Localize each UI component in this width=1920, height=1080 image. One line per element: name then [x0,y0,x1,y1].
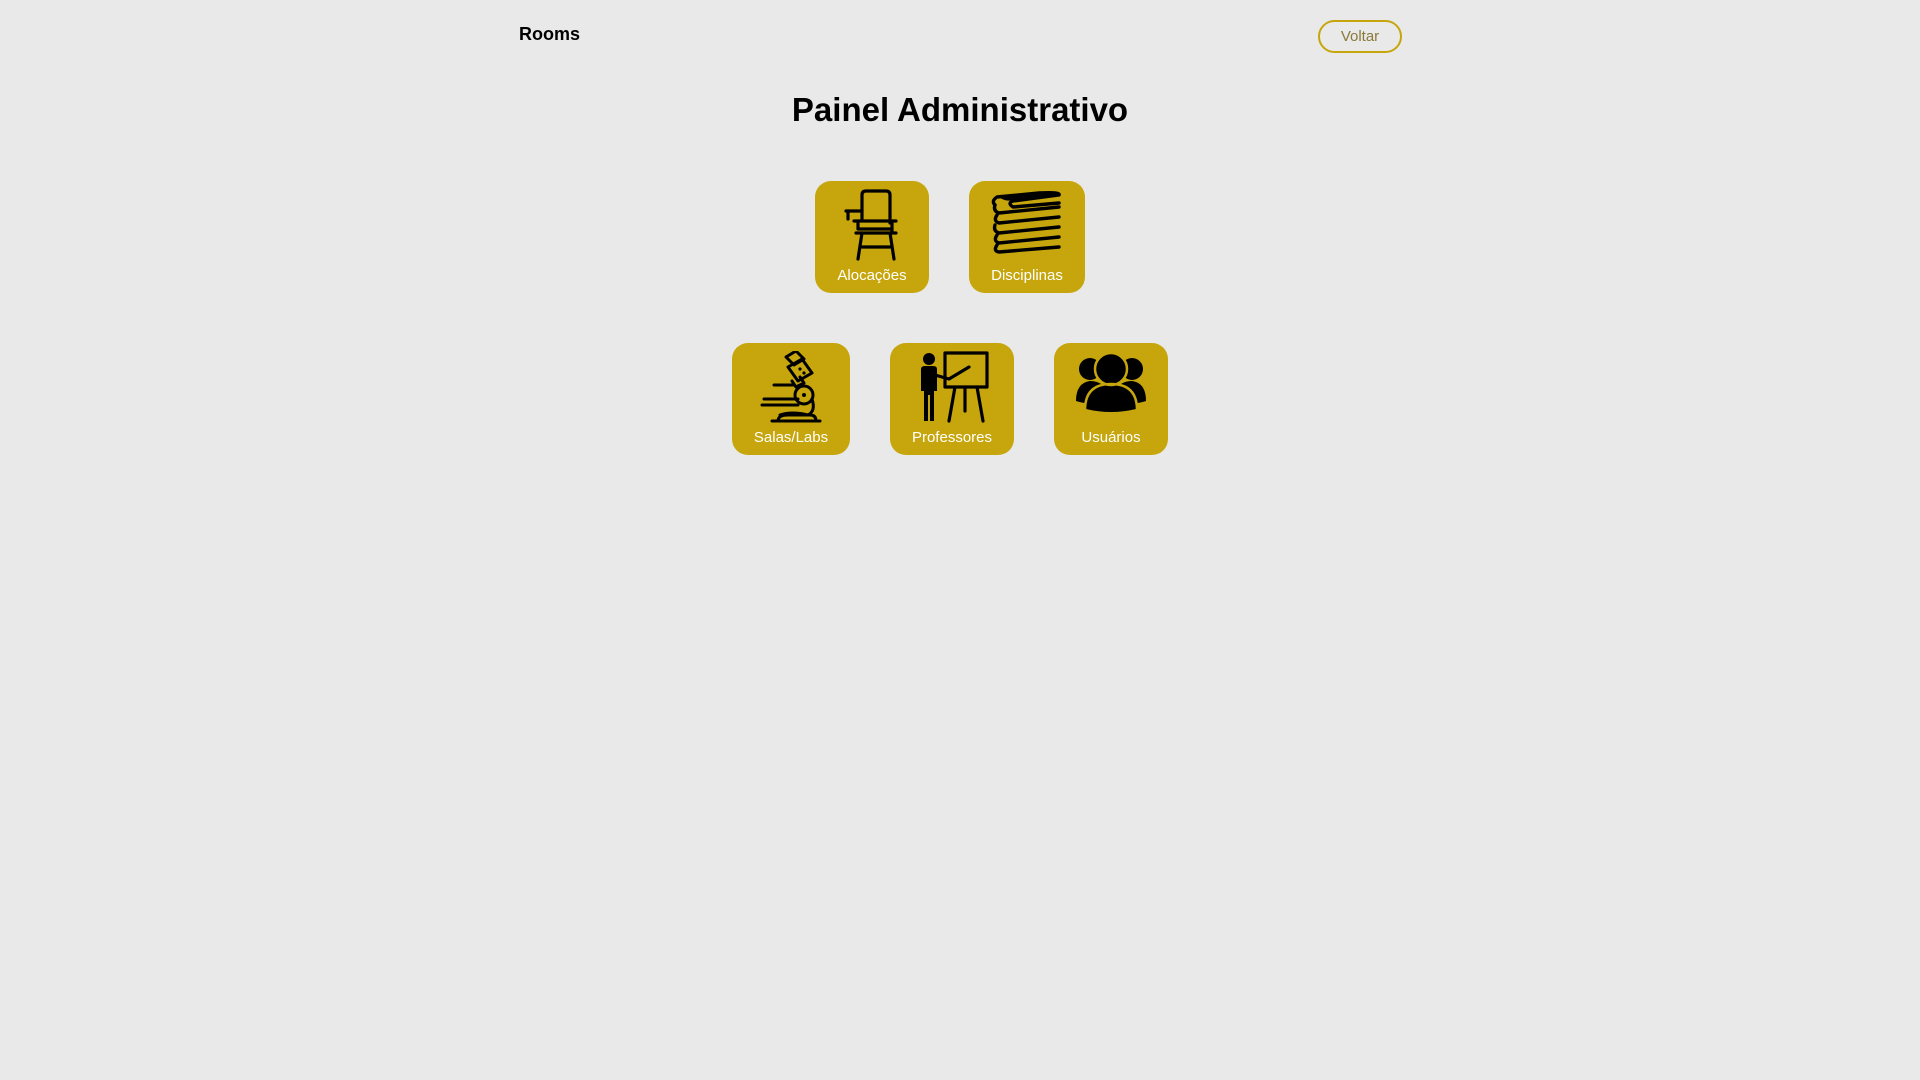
tile-alocacoes[interactable]: Alocações [815,181,929,293]
tile-label: Salas/Labs [753,429,829,446]
tile-disciplinas[interactable]: Disciplinas [969,181,1085,293]
teacher-board-icon [921,351,989,423]
tile-salas-labs[interactable]: Salas/Labs [732,343,850,455]
tile-professores[interactable]: Professores [890,343,1014,455]
tile-label: Disciplinas [991,267,1063,284]
tile-label: Usuários [1081,429,1141,446]
tile-usuarios[interactable]: Usuários [1054,343,1168,455]
admin-panel-page: Rooms Voltar Painel Administrativo Aloca… [0,0,1920,1080]
microscope-icon [760,351,822,423]
back-button[interactable]: Voltar [1318,20,1402,53]
books-stack-icon [991,191,1061,254]
users-group-icon [1076,351,1146,412]
page-title: Painel Administrativo [791,91,1129,128]
tile-label: Professores [911,429,993,446]
brand-logo-text[interactable]: Rooms [519,24,580,45]
school-desk-icon [844,189,898,261]
tile-label: Alocações [837,267,907,284]
